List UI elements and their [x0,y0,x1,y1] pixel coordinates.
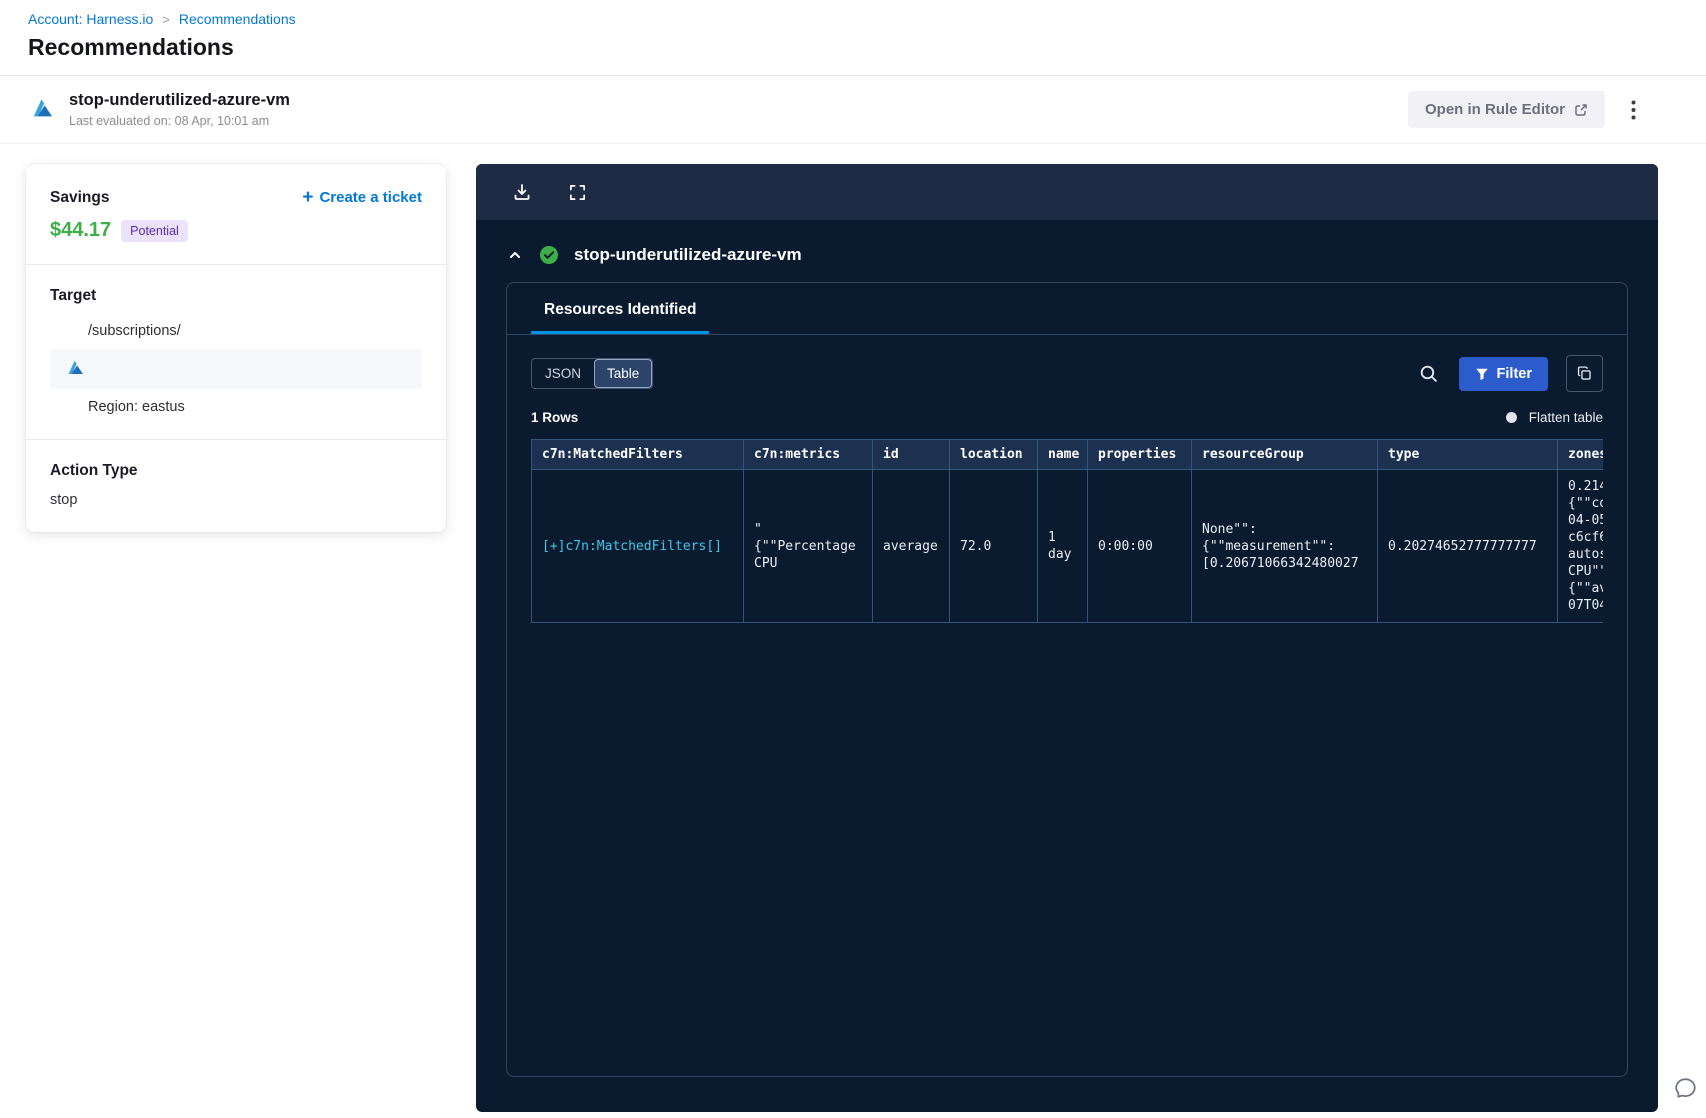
breadcrumb-current-link[interactable]: Recommendations [179,11,296,27]
rows-info-row: 1 Rows Flatten table [507,392,1627,425]
table-header-row: c7n:MatchedFilters c7n:metrics id locati… [531,439,1603,470]
target-path: /subscriptions/ [88,323,181,339]
column-header-metrics: c7n:metrics [743,439,873,470]
rule-title-block: stop-underutilized-azure-vm Last evaluat… [69,91,290,128]
potential-badge: Potential [121,219,188,242]
column-header-name: name [1037,439,1088,470]
cell-id: average [872,469,950,623]
flatten-label: Flatten table [1528,410,1603,425]
fullscreen-icon [568,183,587,202]
cell-location: 72.0 [949,469,1038,623]
download-button[interactable] [510,180,534,204]
view-toggle-json[interactable]: JSON [532,359,594,388]
rows-count: 1 Rows [531,410,579,425]
breadcrumb: Account: Harness.io > Recommendations [28,11,1678,27]
view-toggle-table[interactable]: Table [594,359,653,388]
action-type-value: stop [50,492,78,508]
results-toolbar [476,164,1658,220]
filter-label: Filter [1496,365,1532,382]
savings-label: Savings [50,188,110,206]
kebab-icon [1631,100,1636,120]
search-button[interactable] [1416,361,1441,386]
resources-table: c7n:MatchedFilters c7n:metrics id locati… [531,439,1603,623]
open-rule-editor-label: Open in Rule Editor [1424,101,1565,118]
cell-resourcegroup: None"": {""measurement"": [0.20671066342… [1191,469,1378,623]
chevron-up-icon [508,248,522,262]
feedback-button[interactable] [1674,1076,1698,1100]
column-header-zones: zones [1557,439,1603,470]
section-title: stop-underutilized-azure-vm [574,245,802,264]
table-row: [+]c7n:MatchedFilters[] " {""Percentage … [531,469,1603,623]
search-icon [1418,363,1439,384]
azure-icon [28,96,56,124]
expand-fullscreen-button[interactable] [566,181,589,204]
collapse-section-button[interactable] [506,246,524,264]
cell-zones: 0.21423 {""cost 04-05T6 c6cf625 autosto … [1557,469,1603,623]
flatten-toggle[interactable] [1505,412,1517,423]
tab-resources-identified[interactable]: Resources Identified [531,283,710,334]
results-table-wrap: c7n:MatchedFilters c7n:metrics id locati… [531,439,1603,623]
chat-bubble-icon [1674,1076,1698,1100]
cell-name: 1 day [1037,469,1088,623]
divider [26,439,446,440]
recommendation-summary-card: Savings + Create a ticket $44.17 Potenti… [26,164,446,532]
filter-button[interactable]: Filter [1458,356,1548,391]
page-title: Recommendations [28,34,234,60]
column-header-resourcegroup: resourceGroup [1191,439,1378,470]
rule-header: stop-underutilized-azure-vm Last evaluat… [0,76,1706,144]
rule-last-evaluated: Last evaluated on: 08 Apr, 10:01 am [69,114,270,128]
divider [26,264,446,265]
create-ticket-label: Create a ticket [319,189,422,206]
rule-header-left: stop-underutilized-azure-vm Last evaluat… [28,91,290,128]
page-top: Account: Harness.io > Recommendations Re… [0,0,1706,76]
create-ticket-button[interactable]: + Create a ticket [302,188,422,207]
tabs-row: Resources Identified [507,283,1627,335]
results-panel: stop-underutilized-azure-vm Resources Id… [476,164,1658,1112]
column-header-matchedfilters: c7n:MatchedFilters [531,439,744,470]
savings-value: $44.17 [50,219,112,241]
open-rule-editor-button[interactable]: Open in Rule Editor [1407,91,1605,128]
copy-button[interactable] [1566,355,1603,392]
cell-matchedfilters-expander[interactable]: [+]c7n:MatchedFilters[] [531,469,744,623]
view-controls-row: JSON Table Filter [507,335,1627,392]
breadcrumb-account-link[interactable]: Account: Harness.io [28,11,153,27]
download-icon [512,182,532,202]
target-label: Target [50,287,97,304]
rule-name: stop-underutilized-azure-vm [69,91,290,109]
target-region: Region: eastus [88,399,185,415]
copy-icon [1576,365,1593,382]
view-toggle: JSON Table [531,358,654,389]
column-header-type: type [1377,439,1558,470]
column-header-properties: properties [1087,439,1192,470]
breadcrumb-separator: > [162,11,170,27]
target-block: /subscriptions/ Region: eastus [50,319,422,417]
resources-card: Resources Identified JSON Table Filter 1… [506,282,1628,1077]
cell-metrics: " {""Percentage CPU [743,469,873,623]
cell-type: 0.20274652777777777 [1377,469,1558,623]
savings-value-row: $44.17 Potential [50,219,422,242]
column-header-location: location [949,439,1038,470]
external-link-icon [1574,103,1588,117]
rule-menu-button[interactable] [1625,96,1642,124]
filter-icon [1475,367,1489,381]
column-header-id: id [872,439,950,470]
cell-properties: 0:00:00 [1087,469,1192,623]
table-actions: Filter [1416,355,1603,392]
content-area: Savings + Create a ticket $44.17 Potenti… [0,144,1706,1112]
resource-section-header: stop-underutilized-azure-vm [476,220,1658,265]
action-type-label: Action Type [50,462,138,479]
flatten-control: Flatten table [1505,410,1603,425]
azure-icon [64,358,86,380]
rule-header-actions: Open in Rule Editor [1407,91,1642,128]
plus-icon: + [302,187,314,208]
savings-row: Savings + Create a ticket [50,188,422,207]
success-check-icon [539,245,559,265]
target-resource-row [50,349,422,389]
